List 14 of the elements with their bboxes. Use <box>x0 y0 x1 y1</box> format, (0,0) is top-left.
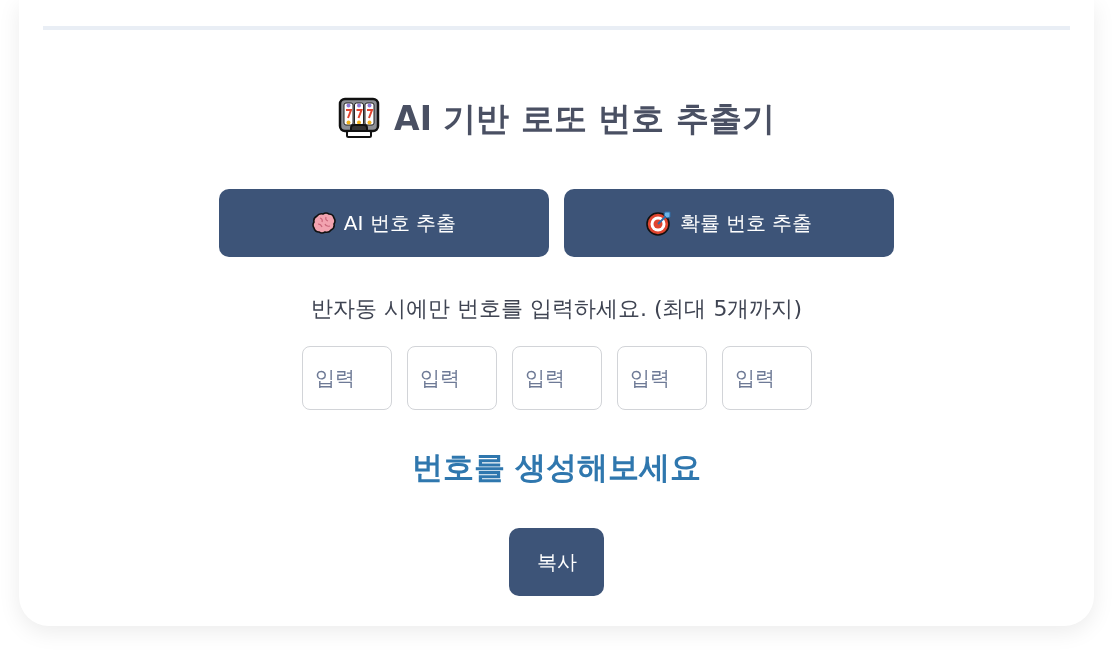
number-input-field[interactable]: 입력 <box>721 346 812 410</box>
number-input-field[interactable]: 입력 <box>511 346 602 410</box>
slot-machine-icon <box>338 97 381 139</box>
ai-pick-button[interactable]: AI 번호 추출 <box>219 189 549 257</box>
copy-button[interactable]: 복사 <box>509 528 604 596</box>
number-input-field[interactable]: 입력 <box>406 346 497 410</box>
input-hint: 반자동 시에만 번호를 입력하세요. (최대 5개까지) <box>310 295 803 323</box>
brain-icon <box>311 212 336 234</box>
number-input-field[interactable]: 입력 <box>301 346 392 410</box>
probability-pick-button[interactable]: 확률 번호 추출 <box>564 189 894 257</box>
target-icon <box>645 210 672 236</box>
result-message: 번호를 생성해보세요 <box>411 448 702 487</box>
number-input-field[interactable]: 입력 <box>616 346 707 410</box>
page-title: AI 기반 로또 번호 추출기 <box>394 97 775 139</box>
